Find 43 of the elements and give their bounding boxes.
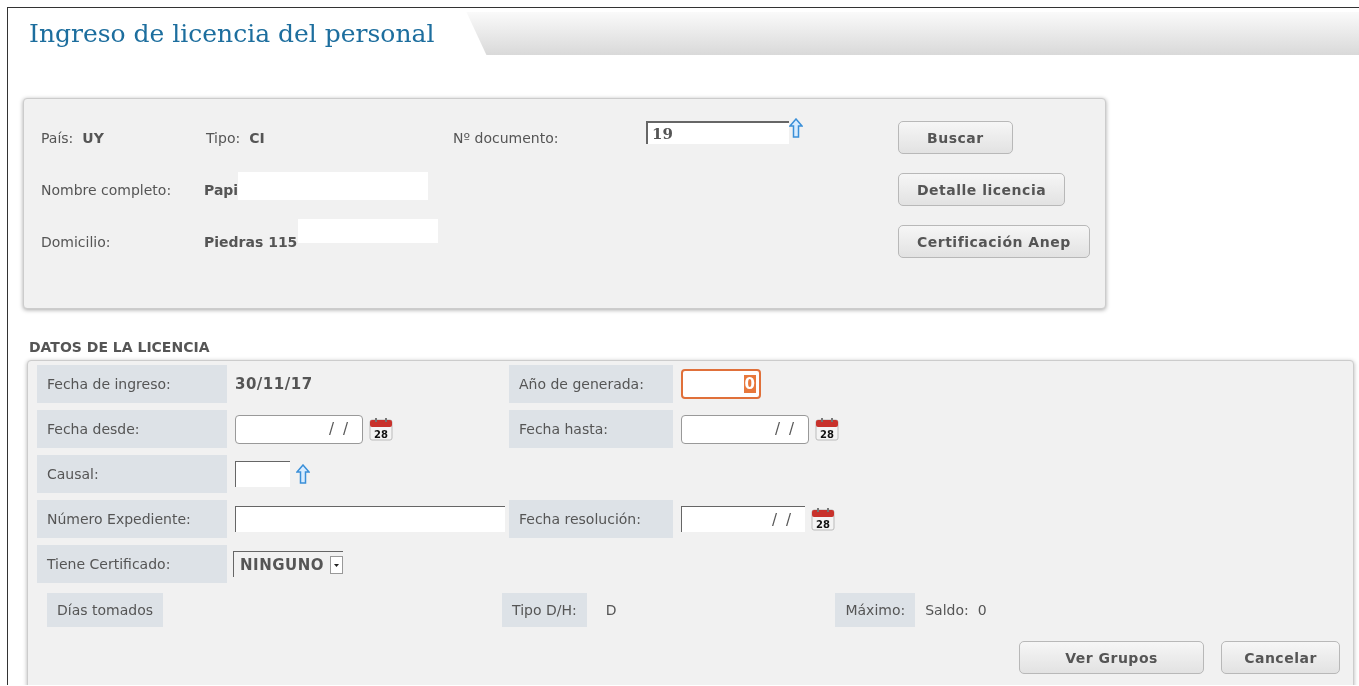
field-label: Fecha desde: bbox=[37, 410, 227, 448]
field-label: Tipo D/H: bbox=[502, 593, 587, 627]
field-value: CI bbox=[249, 129, 265, 146]
dropdown[interactable]: NINGUNO bbox=[233, 551, 343, 577]
field-label: Tiene Certificado: bbox=[37, 545, 227, 583]
input-field[interactable] bbox=[235, 506, 505, 532]
field-label: Fecha resolución: bbox=[509, 500, 673, 538]
action-button[interactable]: Detalle licencia bbox=[898, 173, 1066, 206]
action-button[interactable]: Certificación Anep bbox=[898, 225, 1090, 258]
field-label: Saldo: bbox=[925, 602, 969, 618]
field-label: Días tomados bbox=[47, 593, 163, 627]
action-button[interactable]: Cancelar bbox=[1221, 641, 1340, 674]
calendar-icon[interactable]: 28 bbox=[811, 507, 835, 531]
calendar-icon[interactable]: 28 bbox=[815, 417, 839, 441]
field-label: Nombre completo: bbox=[41, 181, 173, 198]
document-field[interactable]: 19 bbox=[646, 121, 789, 144]
field-value: 30/11/17 bbox=[235, 375, 313, 393]
action-button[interactable]: Buscar bbox=[898, 121, 1013, 154]
up-arrow-icon[interactable] bbox=[296, 464, 310, 484]
input-field[interactable] bbox=[235, 461, 290, 487]
action-button[interactable]: Ver Grupos bbox=[1019, 641, 1204, 674]
calendar-icon[interactable]: 28 bbox=[369, 417, 393, 441]
field-value: Papi bbox=[204, 181, 239, 198]
page-title: Ingreso de licencia del personal bbox=[29, 17, 435, 48]
field-label: País: bbox=[41, 129, 74, 146]
section-heading: DATOS DE LA LICENCIA bbox=[29, 339, 211, 355]
field-label: Fecha de ingreso: bbox=[37, 365, 227, 403]
field-value: Piedras 115 bbox=[204, 233, 298, 250]
date-field[interactable]: / / bbox=[681, 414, 809, 444]
up-arrow-icon[interactable] bbox=[789, 118, 803, 138]
field-label: Número Expediente: bbox=[37, 500, 227, 538]
field-label: Domicilio: bbox=[41, 233, 112, 250]
field-label: Año de generada: bbox=[509, 365, 673, 403]
field-label: Tipo: bbox=[206, 129, 241, 146]
date-field[interactable]: / / bbox=[681, 506, 805, 532]
field-label: Máximo: bbox=[835, 593, 916, 627]
field-value: UY bbox=[82, 129, 104, 146]
date-field[interactable]: / / bbox=[235, 414, 363, 444]
field-label: Causal: bbox=[37, 455, 227, 493]
field-label: Nº documento: bbox=[453, 129, 560, 146]
field-label: Fecha hasta: bbox=[509, 410, 673, 448]
field-value: D bbox=[605, 602, 617, 618]
field-value: 0 bbox=[977, 602, 987, 618]
